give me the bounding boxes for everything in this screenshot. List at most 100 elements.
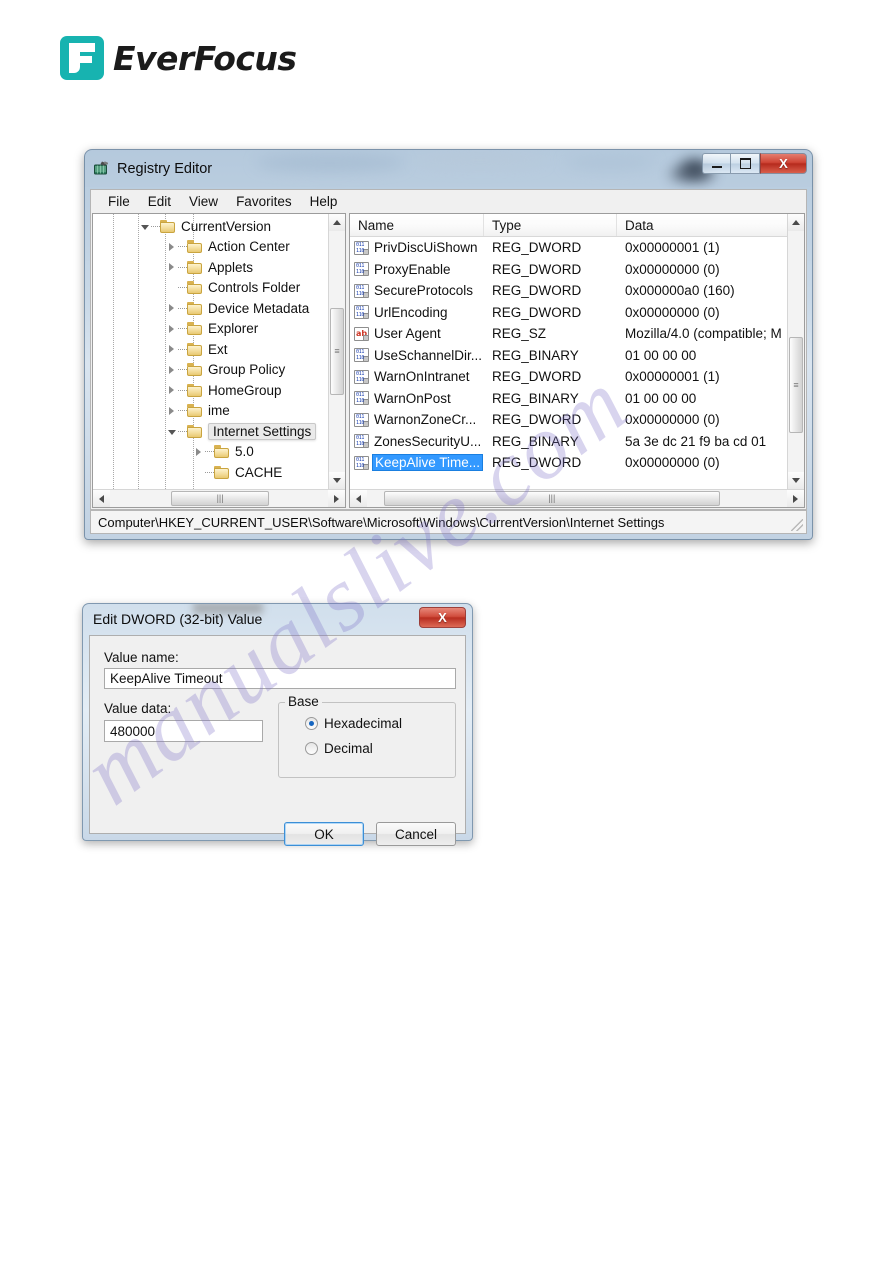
- menu-item-edit[interactable]: Edit: [139, 192, 180, 211]
- tree-horizontal-scrollbar[interactable]: |||: [93, 489, 345, 507]
- tree-expand-toggle-open[interactable]: [138, 223, 151, 230]
- minimize-button[interactable]: [702, 153, 731, 174]
- scroll-thumb[interactable]: |||: [171, 491, 269, 506]
- tree-item[interactable]: Action Center: [93, 237, 328, 258]
- tree-item[interactable]: Group Policy: [93, 360, 328, 381]
- value-name-text: KeepAlive Time...: [372, 454, 483, 471]
- title-bar[interactable]: Registry Editor X: [84, 149, 813, 189]
- radio-decimal-label: Decimal: [324, 741, 373, 756]
- scroll-thumb[interactable]: ≡: [789, 337, 803, 433]
- close-button[interactable]: X: [760, 153, 807, 174]
- tree-item[interactable]: HomeGroup: [93, 380, 328, 401]
- menu-item-file[interactable]: File: [99, 192, 139, 211]
- column-header-name[interactable]: Name: [350, 214, 484, 236]
- tree-connector: [178, 390, 187, 392]
- chevron-right-icon: [169, 263, 174, 271]
- tree-item[interactable]: Explorer: [93, 319, 328, 340]
- value-row[interactable]: User AgentREG_SZMozilla/4.0 (compatible;…: [350, 323, 787, 345]
- tree-expand-toggle-closed[interactable]: [165, 263, 178, 271]
- scroll-up-button[interactable]: [788, 214, 804, 231]
- menu-item-help[interactable]: Help: [301, 192, 347, 211]
- tree-expand-toggle-closed[interactable]: [165, 304, 178, 312]
- tree-expand-toggle-closed[interactable]: [192, 448, 205, 456]
- values-vertical-scrollbar[interactable]: ≡: [787, 214, 804, 489]
- tree-item[interactable]: 5.0: [93, 442, 328, 463]
- menu-item-view[interactable]: View: [180, 192, 227, 211]
- tree-expand-toggle-closed[interactable]: [165, 366, 178, 374]
- scroll-left-button[interactable]: [93, 490, 110, 507]
- maximize-button[interactable]: [731, 153, 760, 174]
- scroll-down-button[interactable]: [329, 472, 345, 489]
- folder-icon: [187, 281, 203, 294]
- tree-item[interactable]: CACHE: [93, 462, 328, 483]
- binary-value-icon: [354, 348, 369, 362]
- tree-item[interactable]: Internet Settings: [93, 421, 328, 442]
- dialog-title-bar[interactable]: Edit DWORD (32-bit) Value X: [82, 603, 473, 635]
- ok-button[interactable]: OK: [284, 822, 364, 846]
- value-row[interactable]: WarnonZoneCr...REG_DWORD0x00000000 (0): [350, 409, 787, 431]
- registry-tree-list[interactable]: CurrentVersionAction CenterAppletsContro…: [93, 214, 328, 489]
- column-header-type[interactable]: Type: [484, 214, 617, 236]
- value-name-input[interactable]: KeepAlive Timeout: [104, 668, 456, 689]
- scroll-right-button[interactable]: [787, 490, 804, 507]
- value-row[interactable]: SecureProtocolsREG_DWORD0x000000a0 (160): [350, 280, 787, 302]
- tree-item[interactable]: CurrentVersion: [93, 216, 328, 237]
- binary-value-icon: [354, 241, 369, 255]
- chevron-right-icon: [169, 243, 174, 251]
- tree-expand-toggle-closed[interactable]: [165, 345, 178, 353]
- tree-item-label: 5.0: [235, 444, 258, 459]
- scroll-left-button[interactable]: [350, 490, 367, 507]
- value-name-cell: PrivDiscUiShown: [350, 240, 484, 255]
- radio-decimal[interactable]: Decimal: [305, 741, 373, 756]
- client-area: CurrentVersionAction CenterAppletsContro…: [90, 212, 807, 510]
- menu-item-favorites[interactable]: Favorites: [227, 192, 301, 211]
- scroll-track[interactable]: |||: [110, 490, 328, 507]
- registry-values-pane[interactable]: Name Type Data PrivDiscUiShownREG_DWORD0…: [349, 213, 805, 508]
- tree-item-label: ime: [208, 403, 234, 418]
- tree-item[interactable]: Applets: [93, 257, 328, 278]
- value-type-cell: REG_DWORD: [484, 369, 617, 384]
- tree-item[interactable]: ime: [93, 401, 328, 422]
- tree-expand-toggle-closed[interactable]: [165, 407, 178, 415]
- resize-grip-icon[interactable]: [791, 519, 803, 531]
- value-name-label: Value name:: [104, 650, 179, 665]
- tree-vertical-scrollbar[interactable]: ≡: [328, 214, 345, 489]
- value-row[interactable]: WarnOnPostREG_BINARY01 00 00 00: [350, 388, 787, 410]
- value-data-cell: 0x00000001 (1): [617, 240, 787, 255]
- column-header-data[interactable]: Data: [617, 214, 787, 236]
- tree-item[interactable]: Device Metadata: [93, 298, 328, 319]
- scroll-down-button[interactable]: [788, 472, 804, 489]
- scroll-thumb[interactable]: ≡: [330, 308, 344, 395]
- value-row[interactable]: PrivDiscUiShownREG_DWORD0x00000001 (1): [350, 237, 787, 259]
- scroll-right-button[interactable]: [328, 490, 345, 507]
- registry-tree-pane[interactable]: CurrentVersionAction CenterAppletsContro…: [92, 213, 346, 508]
- radio-hexadecimal[interactable]: Hexadecimal: [305, 716, 402, 731]
- tree-item[interactable]: Controls Folder: [93, 278, 328, 299]
- binary-value-icon: [354, 413, 369, 427]
- scroll-up-button[interactable]: [329, 214, 345, 231]
- value-row[interactable]: WarnOnIntranetREG_DWORD0x00000001 (1): [350, 366, 787, 388]
- tree-item[interactable]: Ext: [93, 339, 328, 360]
- grip-icon: |||: [548, 494, 555, 503]
- dialog-close-button[interactable]: X: [419, 607, 466, 628]
- values-horizontal-scrollbar[interactable]: |||: [350, 489, 804, 507]
- chevron-left-icon: [356, 495, 361, 503]
- value-row[interactable]: KeepAlive Time...REG_DWORD0x00000000 (0): [350, 452, 787, 474]
- value-name-text: WarnOnIntranet: [372, 369, 472, 384]
- scroll-track[interactable]: |||: [367, 490, 787, 507]
- scroll-thumb[interactable]: |||: [384, 491, 720, 506]
- value-row[interactable]: ZonesSecurityU...REG_BINARY5a 3e dc 21 f…: [350, 431, 787, 453]
- tree-expand-toggle-closed[interactable]: [165, 243, 178, 251]
- value-row[interactable]: UseSchannelDir...REG_BINARY01 00 00 00: [350, 345, 787, 367]
- scroll-track[interactable]: ≡: [329, 231, 345, 472]
- tree-expand-toggle-open[interactable]: [165, 428, 178, 435]
- value-row[interactable]: ProxyEnableREG_DWORD0x00000000 (0): [350, 259, 787, 281]
- scroll-track[interactable]: ≡: [788, 231, 804, 472]
- tree-expand-toggle-closed[interactable]: [165, 386, 178, 394]
- values-list[interactable]: PrivDiscUiShownREG_DWORD0x00000001 (1)Pr…: [350, 237, 787, 489]
- value-data-input[interactable]: 480000: [104, 720, 263, 742]
- tree-connector: [178, 410, 187, 412]
- cancel-button[interactable]: Cancel: [376, 822, 456, 846]
- tree-expand-toggle-closed[interactable]: [165, 325, 178, 333]
- value-row[interactable]: UrlEncodingREG_DWORD0x00000000 (0): [350, 302, 787, 324]
